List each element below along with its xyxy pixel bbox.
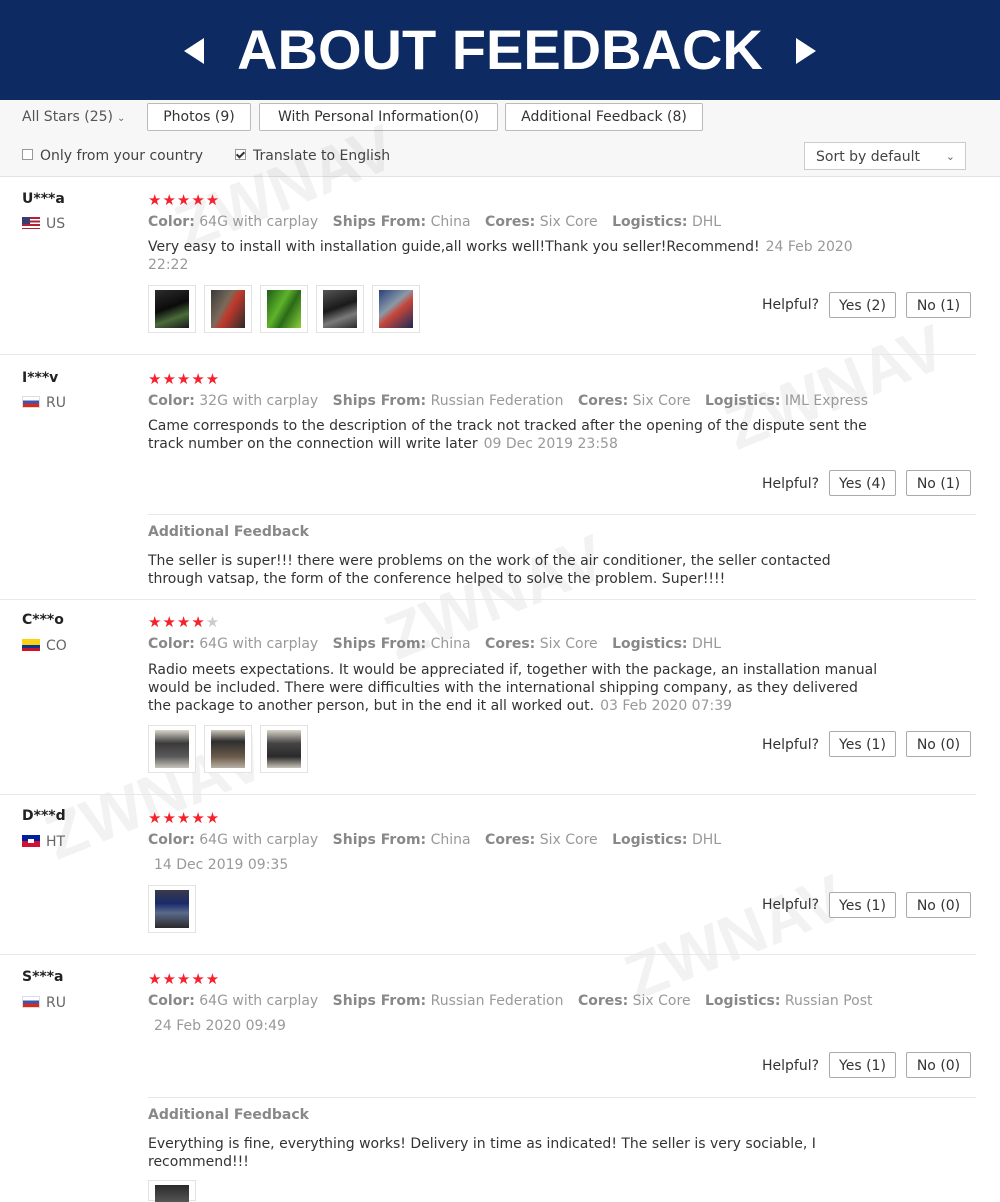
star-rating: ★★★★★ <box>148 191 221 209</box>
sort-select[interactable]: Sort by default ⌄ <box>804 142 966 170</box>
review-text: 14 Dec 2019 09:35 <box>148 856 878 874</box>
additional-divider <box>148 1097 976 1098</box>
helpful-no-button[interactable]: No (1) <box>906 292 971 318</box>
helpful-no-button[interactable]: No (0) <box>906 1052 971 1078</box>
review-text: 24 Feb 2020 09:49 <box>148 1017 878 1035</box>
review-divider <box>0 599 976 600</box>
star-rating: ★★★★★ <box>148 809 221 827</box>
product-meta: Color: 64G with carplay Ships From: Russ… <box>148 993 873 1009</box>
sort-label: Sort by default <box>816 149 921 165</box>
product-meta: Color: 64G with carplay Ships From: Chin… <box>148 832 722 848</box>
product-meta: Color: 64G with carplay Ships From: Chin… <box>148 214 722 230</box>
ru-flag-icon <box>22 396 40 408</box>
review-date: 14 Dec 2019 09:35 <box>154 857 289 873</box>
star-rating: ★★★★★ <box>148 970 221 988</box>
us-flag-icon <box>22 217 40 229</box>
translate-label: Translate to English <box>253 148 391 164</box>
banner: ABOUT FEEDBACK <box>0 0 1000 100</box>
review-photo[interactable] <box>148 1180 196 1202</box>
additional-feedback-filter-button[interactable]: Additional Feedback (8) <box>505 103 703 131</box>
reviewer-name: D***d <box>22 808 66 824</box>
photos-filter-button[interactable]: Photos (9) <box>147 103 251 131</box>
helpful-label: Helpful? <box>762 737 820 753</box>
chevron-down-icon: ⌄ <box>945 150 955 163</box>
translate-checkbox[interactable]: Translate to English <box>235 148 390 164</box>
review-photo[interactable] <box>204 285 252 333</box>
all-stars-dropdown[interactable]: All Stars (25) ⌄ <box>22 109 125 125</box>
chevron-down-icon: ⌄ <box>117 113 126 124</box>
checkbox-checked-box[interactable] <box>235 149 246 160</box>
reviewer-country: CO <box>22 638 67 654</box>
review-photo[interactable] <box>316 285 364 333</box>
country-code: HT <box>46 834 66 850</box>
reviewer-country: RU <box>22 995 66 1011</box>
review-photo[interactable] <box>204 725 252 773</box>
review-photo[interactable] <box>372 285 420 333</box>
ht-flag-icon <box>22 835 40 847</box>
review-photo[interactable] <box>148 725 196 773</box>
only-country-checkbox[interactable]: Only from your country <box>22 148 203 164</box>
review-photo[interactable] <box>260 285 308 333</box>
only-country-label: Only from your country <box>40 148 204 164</box>
additional-feedback-text: The seller is super!!! there were proble… <box>148 553 831 587</box>
review-text: Came corresponds to the description of t… <box>148 418 867 452</box>
additional-feedback-title: Additional Feedback <box>148 524 309 540</box>
product-meta: Color: 32G with carplay Ships From: Russ… <box>148 393 869 409</box>
helpful-yes-button[interactable]: Yes (2) <box>829 292 896 318</box>
review-divider <box>0 794 976 795</box>
helpful-no-button[interactable]: No (0) <box>906 731 971 757</box>
country-code: RU <box>46 395 66 411</box>
review-divider <box>0 354 976 355</box>
additional-feedback-title: Additional Feedback <box>148 1107 309 1123</box>
review-photo[interactable] <box>260 725 308 773</box>
country-code: CO <box>46 638 67 654</box>
checkbox-box[interactable] <box>22 149 33 160</box>
helpful-yes-button[interactable]: Yes (1) <box>829 731 896 757</box>
helpful-no-button[interactable]: No (1) <box>906 470 971 496</box>
review-photo[interactable] <box>148 285 196 333</box>
star-rating: ★★★★★ <box>148 370 221 388</box>
star-rating: ★★★★★ <box>148 613 221 631</box>
co-flag-icon <box>22 639 40 651</box>
review-divider <box>0 954 976 955</box>
additional-feedback-text: Everything is fine, everything works! De… <box>148 1136 816 1170</box>
reviewer-country: HT <box>22 834 65 850</box>
reviewer-country: RU <box>22 395 66 411</box>
additional-divider <box>148 514 976 515</box>
ru-flag-icon <box>22 996 40 1008</box>
reviewer-name: S***a <box>22 969 64 985</box>
banner-title: ABOUT FEEDBACK <box>237 18 763 81</box>
watermark: ZWNAV <box>614 860 855 1014</box>
review-text: Very easy to install with installation g… <box>148 239 853 273</box>
helpful-yes-button[interactable]: Yes (1) <box>829 1052 896 1078</box>
helpful-no-button[interactable]: No (0) <box>906 892 971 918</box>
review-date: 09 Dec 2019 23:58 <box>483 436 618 452</box>
review-photo[interactable] <box>148 885 196 933</box>
helpful-label: Helpful? <box>762 1058 820 1074</box>
country-code: RU <box>46 995 66 1011</box>
reviewer-name: U***a <box>22 191 65 207</box>
reviewer-name: I***v <box>22 370 59 386</box>
review-date: 03 Feb 2020 07:39 <box>600 698 733 714</box>
filter-bar: All Stars (25) ⌄ Photos (9) With Personal… <box>0 100 1000 177</box>
review-text: Radio meets expectations. It would be ap… <box>148 662 878 714</box>
helpful-label: Helpful? <box>762 297 820 313</box>
review-date: 24 Feb 2020 09:49 <box>154 1018 286 1034</box>
all-stars-label: All Stars (25) <box>22 109 113 125</box>
helpful-label: Helpful? <box>762 476 820 492</box>
country-code: US <box>46 216 66 232</box>
reviewer-name: C***o <box>22 612 64 628</box>
helpful-yes-button[interactable]: Yes (4) <box>829 470 896 496</box>
arrow-right-icon <box>796 38 816 64</box>
personal-info-filter-button[interactable]: With Personal Information(0) <box>259 103 498 131</box>
product-meta: Color: 64G with carplay Ships From: Chin… <box>148 636 722 652</box>
reviewer-country: US <box>22 216 65 232</box>
helpful-yes-button[interactable]: Yes (1) <box>829 892 896 918</box>
helpful-label: Helpful? <box>762 897 820 913</box>
